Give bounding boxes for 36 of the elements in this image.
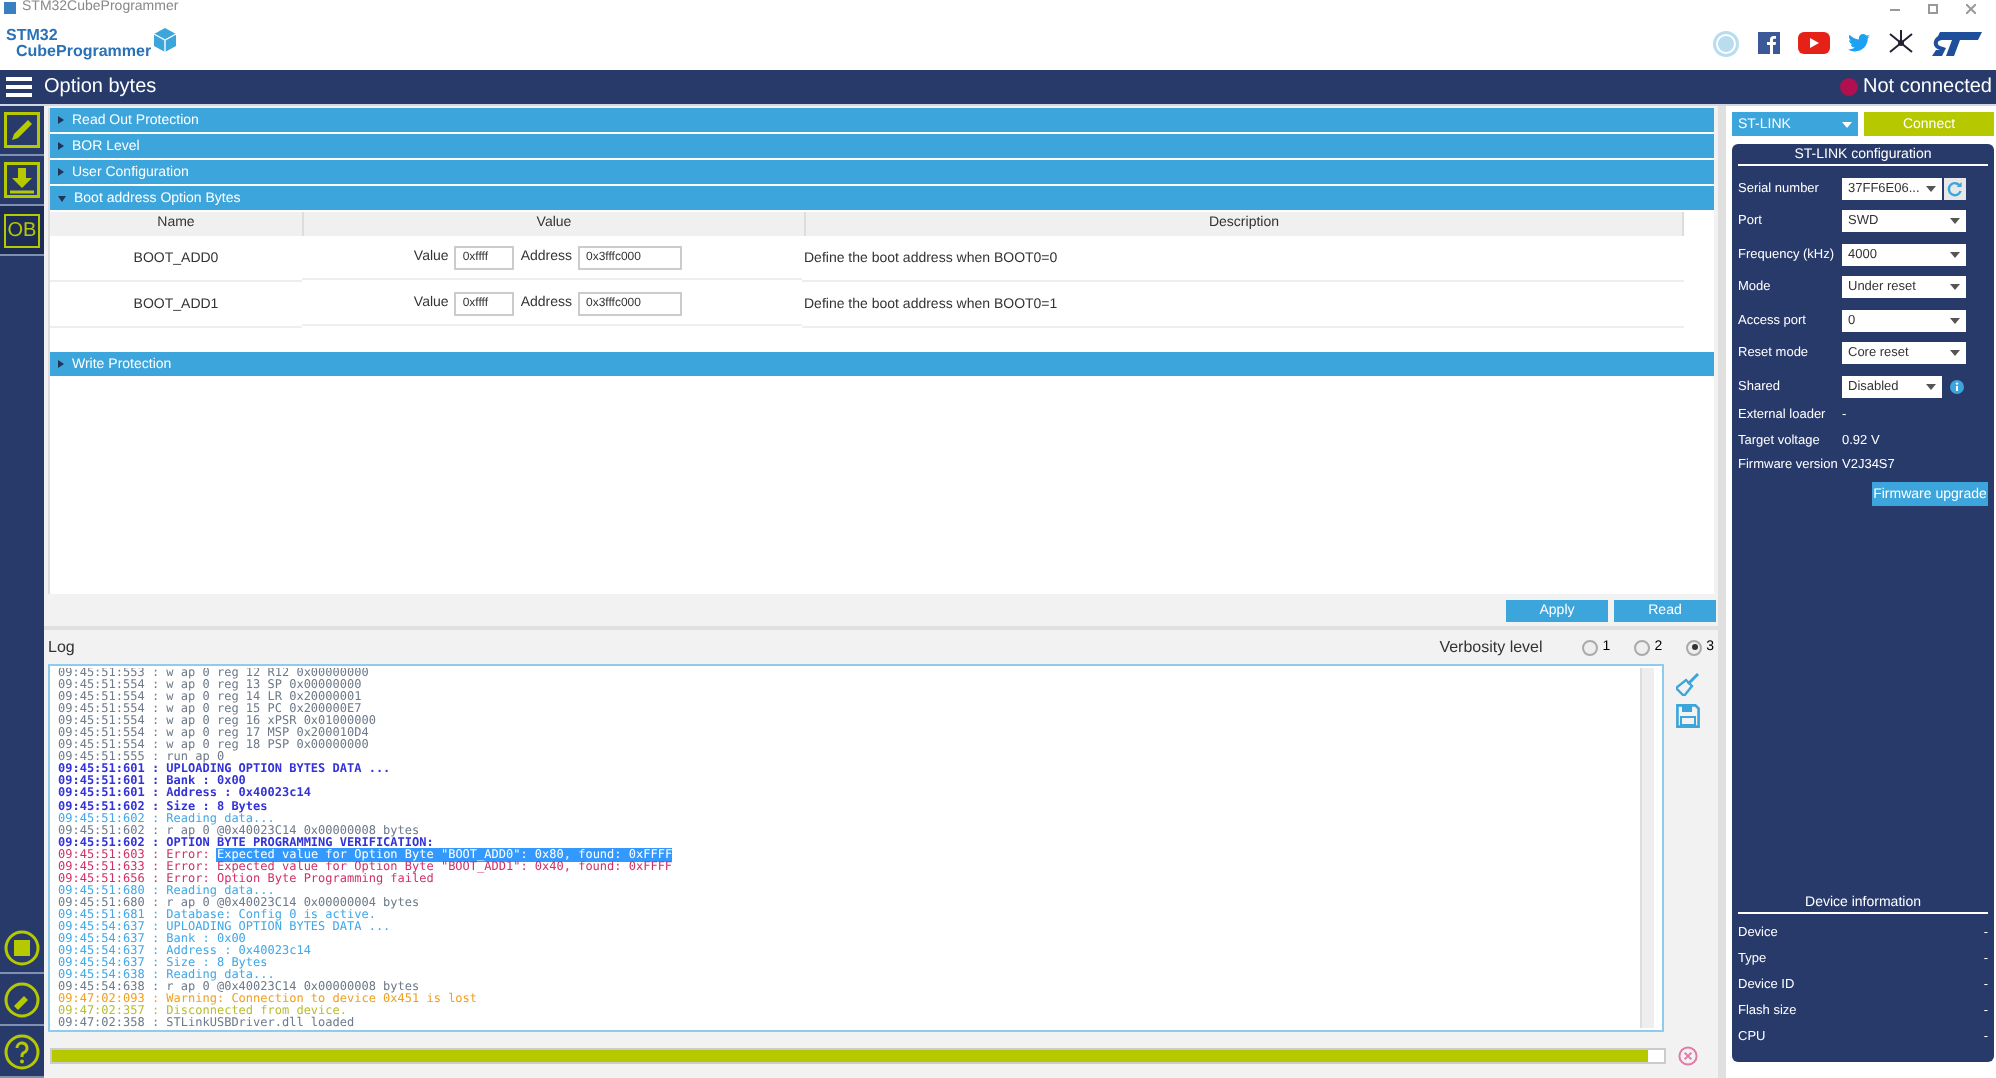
sidebar-item[interactable] <box>0 156 44 206</box>
logo-icon[interactable] <box>1932 29 1984 57</box>
caret-icon <box>1950 284 1960 291</box>
logo-text: STM32 <box>6 27 60 43</box>
caret-icon <box>1950 218 1960 225</box>
refresh-icon[interactable] <box>1944 177 1966 200</box>
maximize-icon[interactable] <box>1928 3 1938 13</box>
cube-icon <box>153 27 176 51</box>
caret-icon <box>1926 185 1936 192</box>
sidebar-item[interactable] <box>0 106 44 156</box>
log-title: Log <box>48 638 77 656</box>
caret-icon <box>1926 383 1936 390</box>
sidebar-item[interactable]: OB <box>0 206 44 256</box>
logo-text: CubeProgrammer <box>14 43 152 59</box>
minimize-icon[interactable] <box>1890 3 1900 13</box>
app-icon <box>4 2 16 14</box>
caret-icon <box>1842 121 1852 127</box>
caret-icon <box>1950 317 1960 324</box>
twitter-icon[interactable] <box>1848 34 1870 52</box>
chip-icon[interactable] <box>4 929 40 965</box>
connection-status: Not connected <box>1863 76 1994 98</box>
info-icon[interactable] <box>1950 379 1964 394</box>
pencil-icon <box>4 112 40 148</box>
plug-icon[interactable] <box>4 981 40 1017</box>
verbosity-label: Verbosity level <box>1439 638 1543 656</box>
scrollbar[interactable] <box>1640 668 1654 1028</box>
caret-icon <box>1950 251 1960 258</box>
menu-icon[interactable] <box>6 76 32 98</box>
facebook-icon[interactable] <box>1758 32 1780 54</box>
help-icon[interactable] <box>4 1033 40 1069</box>
download-icon <box>4 162 40 198</box>
network-icon[interactable] <box>1888 30 1914 56</box>
caret-icon <box>1950 350 1960 357</box>
close-icon[interactable] <box>1966 3 1976 13</box>
page-title: Option bytes <box>44 76 159 98</box>
youtube-icon[interactable] <box>1798 32 1830 54</box>
